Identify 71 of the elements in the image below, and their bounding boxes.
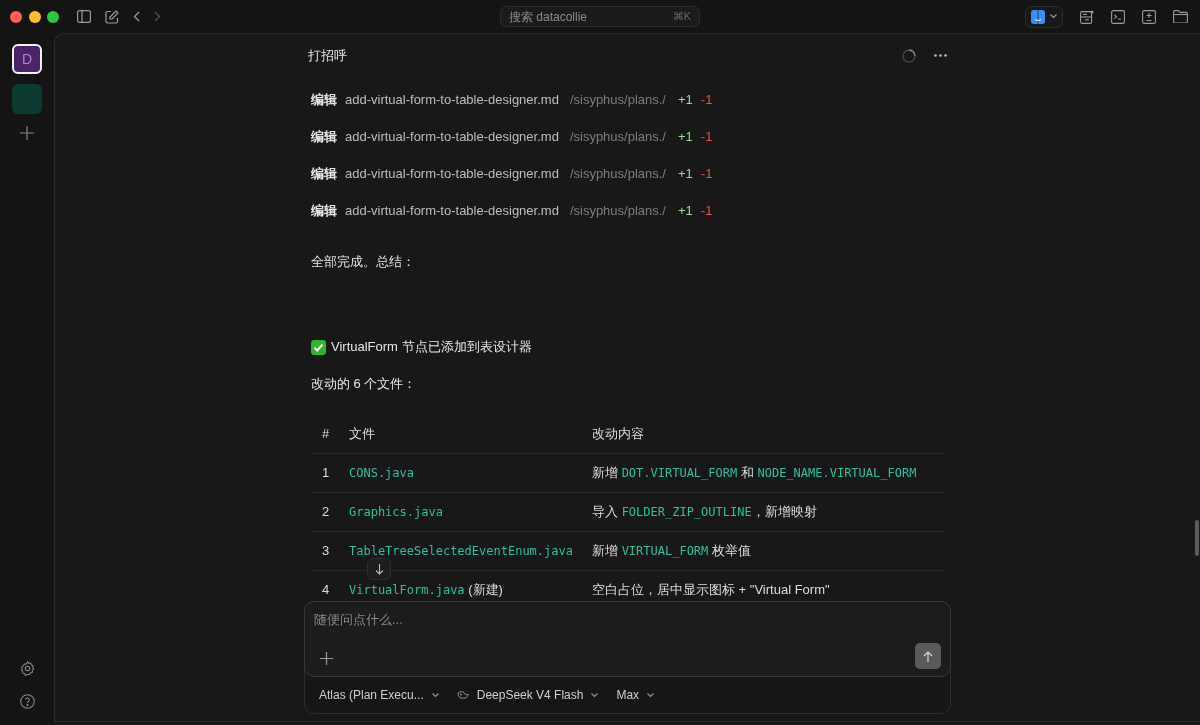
terminal-icon[interactable]	[1111, 9, 1125, 24]
checkmark-icon	[311, 339, 326, 355]
scroll-down-button[interactable]	[367, 558, 391, 580]
file-path: /sisyphus/plans./	[569, 127, 666, 146]
table-cell: 2	[311, 492, 349, 531]
message-box[interactable]: 随便问点什么...	[304, 601, 951, 677]
file-link[interactable]: add-virtual-form-to-table-designer.md	[345, 200, 559, 221]
settings-icon[interactable]	[19, 661, 35, 676]
summary-text: 全部完成。总结：	[310, 253, 416, 271]
app-selector[interactable]	[1025, 5, 1063, 28]
chevron-down-icon	[591, 692, 599, 698]
close-window-button[interactable]	[10, 10, 22, 23]
selector-dropdown[interactable]: Max	[616, 686, 655, 704]
table-cell: 1	[311, 453, 349, 492]
folder-icon[interactable]	[1173, 10, 1188, 23]
removed-count: -1	[700, 127, 713, 146]
loading-spinner-icon	[902, 48, 916, 63]
table-cell: 新增 DOT.VIRTUAL_FORM 和 NODE_NAME.VIRTUAL_FORM	[592, 453, 944, 492]
scrollbar-thumb[interactable]	[1195, 520, 1199, 556]
section-heading: VirtualForm 节点已添加到表设计器	[331, 338, 532, 356]
workspace-avatar[interactable]: D	[12, 44, 42, 74]
help-icon[interactable]	[19, 694, 35, 709]
diff-icon[interactable]	[1142, 9, 1156, 24]
chevron-down-icon	[431, 692, 439, 698]
arrow-up-icon	[923, 650, 933, 662]
message-input[interactable]: 随便问点什么...	[314, 610, 941, 630]
back-icon[interactable]	[133, 11, 140, 22]
column-header: 改动内容	[592, 414, 944, 453]
file-link[interactable]: add-virtual-form-to-table-designer.md	[345, 126, 559, 147]
table-cell: 新增 VIRTUAL_FORM 枚举值	[592, 531, 944, 570]
more-icon[interactable]	[934, 54, 947, 57]
table-cell: 3	[311, 531, 349, 570]
added-count: +1	[678, 201, 693, 220]
file-path: /sisyphus/plans./	[569, 90, 666, 109]
search-field[interactable]: 搜索 datacollie	[509, 7, 673, 26]
table-cell: CONS.java	[349, 453, 592, 492]
action-label: 编辑	[311, 164, 337, 183]
action-label: 编辑	[311, 201, 337, 220]
shortcut-hint: ⌘K	[672, 9, 691, 25]
removed-count: -1	[700, 201, 713, 220]
compose-icon[interactable]	[105, 9, 119, 24]
selector-dropdown[interactable]: DeepSeek V4 Flash	[456, 686, 599, 704]
chat-title: 打招呼	[308, 46, 347, 65]
add-icon[interactable]	[320, 652, 333, 665]
removed-count: -1	[700, 164, 713, 183]
added-count: +1	[678, 127, 693, 146]
minimize-window-button[interactable]	[28, 10, 41, 23]
column-header: 文件	[349, 414, 592, 453]
zoom-window-button[interactable]	[47, 10, 59, 23]
layout-panel-icon[interactable]	[1080, 9, 1094, 24]
added-count: +1	[678, 90, 693, 109]
removed-count: -1	[700, 90, 713, 109]
selector-dropdown[interactable]: Atlas (Plan Execu...	[319, 686, 439, 704]
forward-icon[interactable]	[154, 11, 161, 22]
file-path: /sisyphus/plans./	[569, 201, 666, 220]
table-cell: 导入 FOLDER_ZIP_OUTLINE，新增映射	[592, 492, 944, 531]
file-path: /sisyphus/plans./	[569, 164, 666, 183]
chevron-down-icon	[1050, 14, 1057, 19]
action-label: 编辑	[311, 127, 337, 146]
chevron-down-icon	[647, 692, 655, 698]
send-button[interactable]	[915, 643, 941, 669]
table-cell: Graphics.java	[349, 492, 592, 531]
file-link[interactable]: add-virtual-form-to-table-designer.md	[345, 163, 559, 184]
file-link[interactable]: add-virtual-form-to-table-designer.md	[345, 89, 559, 110]
files-intro: 改动的 6 个文件：	[310, 375, 418, 393]
column-header: #	[311, 414, 349, 453]
sidebar-toggle-icon[interactable]	[77, 10, 91, 23]
add-icon[interactable]	[20, 126, 34, 140]
action-label: 编辑	[311, 90, 337, 109]
added-count: +1	[678, 164, 693, 183]
arrow-down-icon	[374, 563, 384, 575]
